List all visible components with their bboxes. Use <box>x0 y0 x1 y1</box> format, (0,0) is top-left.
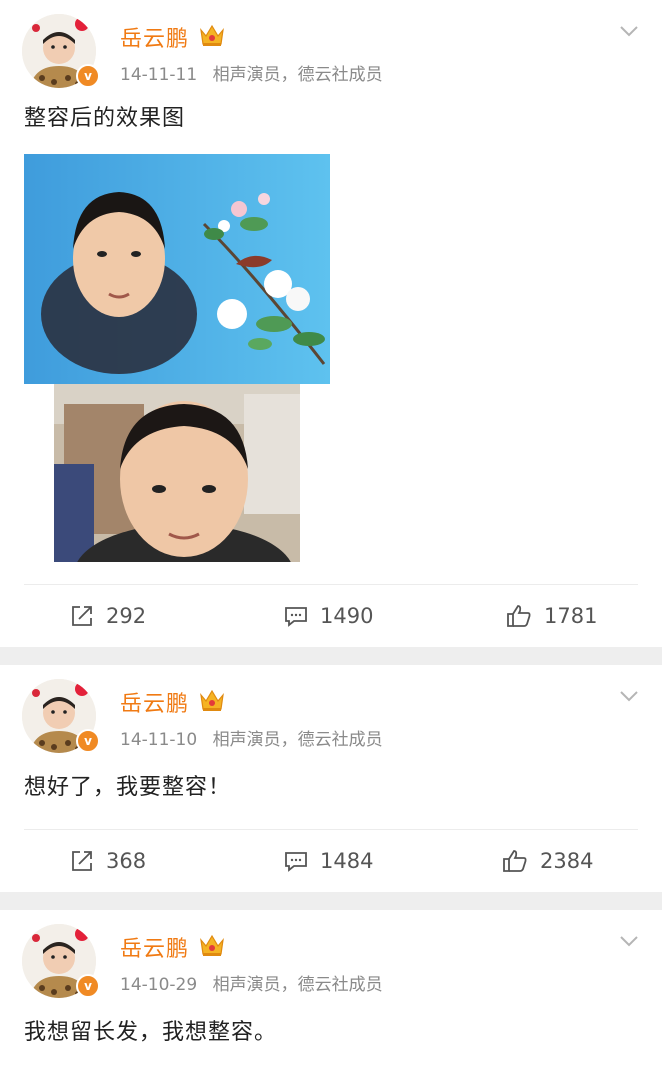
author-name[interactable]: 岳云鹏 <box>120 21 189 53</box>
crown-icon <box>200 934 224 956</box>
repost-icon <box>72 606 92 626</box>
repost-count: 368 <box>106 849 147 873</box>
post-date: 14-11-11 <box>120 65 198 85</box>
post-actions: 368 1484 2384 <box>24 829 638 892</box>
feed-separator <box>0 892 662 910</box>
post-header: v 岳云鹏 14-11-11 相声演员，德云社成员 <box>0 0 662 100</box>
post-card: v 岳云鹏 14-11-10 相声演员，德云社成员 想好了，我要整容！ 368 … <box>0 665 662 892</box>
post-text: 整容后的效果图 <box>24 106 186 131</box>
post-date: 14-10-29 <box>120 975 198 995</box>
like-button[interactable]: 1781 <box>506 585 597 647</box>
post-text: 我想留长发，我想整容。 <box>24 1020 278 1045</box>
post-meta: 14-11-10 相声演员，德云社成员 <box>120 725 383 750</box>
post-photo[interactable] <box>24 154 330 384</box>
crown-icon <box>200 689 224 711</box>
comment-icon <box>285 852 307 872</box>
author-tags: 相声演员，德云社成员 <box>212 65 383 85</box>
post-header: v 岳云鹏 14-11-10 相声演员，德云社成员 <box>0 665 662 765</box>
crown-icon <box>200 24 224 46</box>
post-date: 14-11-10 <box>120 730 198 750</box>
thumbs-up-icon <box>507 605 531 627</box>
verified-badge: v <box>76 729 100 753</box>
chevron-down-icon[interactable] <box>618 20 640 42</box>
thumbs-up-icon <box>503 850 527 872</box>
like-count: 2384 <box>540 849 594 873</box>
author-name[interactable]: 岳云鹏 <box>120 686 189 718</box>
chevron-down-icon[interactable] <box>618 685 640 707</box>
comment-button[interactable]: 1484 <box>284 830 373 892</box>
post-photo[interactable] <box>54 384 300 562</box>
like-count: 1781 <box>544 604 598 628</box>
comment-count: 1490 <box>320 604 374 628</box>
post-images <box>0 154 662 562</box>
post-card: v 岳云鹏 14-10-29 相声演员，德云社成员 我想留长发，我想整容。 <box>0 910 662 1056</box>
author-tags: 相声演员，德云社成员 <box>212 730 383 750</box>
weibo-feed: v 岳云鹏 14-11-11 相声演员，德云社成员 整容后的效果图 292 14… <box>0 0 662 1056</box>
comment-button[interactable]: 1490 <box>284 585 373 647</box>
verified-badge: v <box>76 974 100 998</box>
chevron-down-icon[interactable] <box>618 930 640 952</box>
post-card: v 岳云鹏 14-11-11 相声演员，德云社成员 整容后的效果图 292 14… <box>0 0 662 647</box>
author-name[interactable]: 岳云鹏 <box>120 931 189 963</box>
post-actions: 292 1490 1781 <box>24 584 638 647</box>
comment-icon <box>285 607 307 627</box>
repost-icon <box>72 851 92 871</box>
post-header: v 岳云鹏 14-10-29 相声演员，德云社成员 <box>0 910 662 1010</box>
repost-button[interactable]: 292 <box>70 585 146 647</box>
repost-count: 292 <box>106 604 147 628</box>
author-tags: 相声演员，德云社成员 <box>212 975 383 995</box>
post-meta: 14-10-29 相声演员，德云社成员 <box>120 970 383 995</box>
comment-count: 1484 <box>320 849 374 873</box>
repost-button[interactable]: 368 <box>70 830 146 892</box>
feed-separator <box>0 647 662 665</box>
post-meta: 14-11-11 相声演员，德云社成员 <box>120 60 383 85</box>
like-button[interactable]: 2384 <box>502 830 593 892</box>
verified-badge: v <box>76 64 100 88</box>
post-text: 想好了，我要整容！ <box>24 775 232 800</box>
